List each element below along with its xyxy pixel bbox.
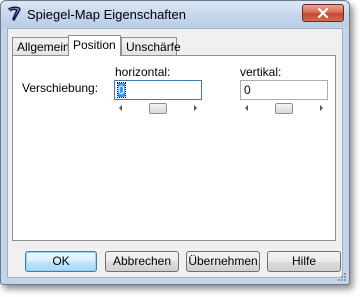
horizontal-slider-thumb[interactable] xyxy=(149,103,167,114)
vertical-value: 0 xyxy=(244,83,251,97)
tab-position[interactable]: Position xyxy=(68,35,121,56)
resize-grip-icon[interactable] xyxy=(337,272,347,282)
scroll-left-icon[interactable] xyxy=(116,103,126,113)
tab-position-label: Position xyxy=(73,38,116,52)
cancel-button[interactable]: Abbrechen xyxy=(105,251,179,272)
horizontal-slider[interactable] xyxy=(114,102,202,114)
scroll-right-icon[interactable] xyxy=(316,103,326,113)
dialog-client-area: Allgemein Position Unschärfe Verschiebun… xyxy=(7,28,343,278)
tab-allgemein-label: Allgemein xyxy=(17,40,70,54)
close-button[interactable] xyxy=(302,4,344,22)
horizontal-input[interactable]: 0 xyxy=(114,80,202,100)
horizontal-value: 0 xyxy=(117,82,126,98)
position-tab-panel: Verschiebung: horizontal: 0 vertikal: 0 xyxy=(12,55,336,241)
vertical-slider-thumb[interactable] xyxy=(275,103,293,114)
script-v-icon xyxy=(7,6,23,22)
vertical-label: vertikal: xyxy=(240,65,282,79)
window-title: Spiegel-Map Eigenschaften xyxy=(27,7,186,22)
vertical-slider[interactable] xyxy=(240,102,328,114)
dialog-window: Spiegel-Map Eigenschaften Allgemein Posi… xyxy=(0,0,350,285)
apply-button[interactable]: Übernehmen xyxy=(186,251,260,272)
horizontal-label: horizontal: xyxy=(115,65,171,79)
scroll-left-icon[interactable] xyxy=(242,103,252,113)
help-button[interactable]: Hilfe xyxy=(267,251,341,272)
tab-unschaerfe[interactable]: Unschärfe xyxy=(121,37,181,55)
title-bar[interactable]: Spiegel-Map Eigenschaften xyxy=(1,1,349,27)
scroll-right-icon[interactable] xyxy=(190,103,200,113)
tab-allgemein[interactable]: Allgemein xyxy=(12,37,70,55)
ok-button[interactable]: OK xyxy=(25,251,97,272)
offset-label: Verschiebung: xyxy=(22,81,99,95)
close-icon xyxy=(317,8,329,18)
vertical-input[interactable]: 0 xyxy=(240,80,328,100)
tab-unschaerfe-label: Unschärfe xyxy=(126,40,181,54)
